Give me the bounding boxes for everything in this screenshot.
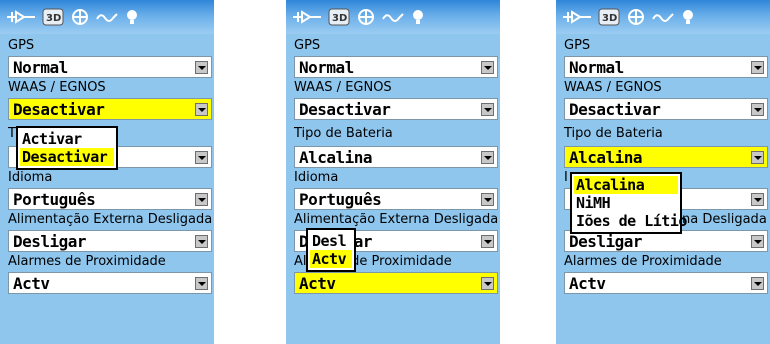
satellite-icon[interactable] (70, 8, 90, 26)
popup-option[interactable]: NiMH (574, 194, 678, 212)
gps-value: Normal (299, 58, 354, 77)
3d-view-icon[interactable]: 3D (42, 8, 64, 26)
waas-select[interactable]: Desactivar (8, 98, 212, 120)
dropdown-arrow-icon[interactable] (195, 277, 208, 290)
gps-label: GPS (294, 38, 321, 53)
ext-power-label: Alimentação Externa Desligada (8, 212, 213, 227)
gps-select[interactable]: Normal (564, 56, 768, 78)
popup-option[interactable]: Iões de Lítio (574, 212, 687, 230)
dropdown-arrow-icon[interactable] (481, 151, 494, 164)
proximity-value: Actv (299, 274, 336, 293)
track-log-icon[interactable] (562, 8, 592, 26)
svg-text:3D: 3D (602, 13, 617, 24)
dropdown-arrow-icon[interactable] (195, 193, 208, 206)
3d-view-icon[interactable]: 3D (328, 8, 350, 26)
waypoint-path-icon[interactable] (652, 8, 674, 26)
proximity-select[interactable]: Actv (8, 272, 212, 294)
gps-label: GPS (564, 38, 591, 53)
gps-label: GPS (8, 38, 35, 53)
dropdown-arrow-icon[interactable] (481, 235, 494, 248)
waas-value: Desactivar (13, 100, 105, 119)
status-toolbar: 3D (286, 0, 500, 34)
language-value: Português (13, 190, 96, 209)
waas-options-popup: Activar Desactivar (16, 126, 118, 170)
light-bulb-icon[interactable] (680, 8, 696, 26)
dropdown-arrow-icon[interactable] (481, 103, 494, 116)
waas-value: Desactivar (569, 100, 661, 119)
language-value: Português (299, 190, 382, 209)
svg-text:3D: 3D (332, 13, 347, 24)
battery-value: Alcalina (569, 148, 643, 167)
ext-power-label: na Desligada (682, 212, 767, 227)
waas-label: WAAS / EGNOS (8, 80, 106, 95)
ext-power-value: Desligar (13, 232, 87, 251)
status-toolbar: 3D (556, 0, 770, 34)
screen-proximity-menu: 3D GPS Normal WAAS / EGNOS Desactivar Ti… (286, 0, 500, 344)
battery-label: Tipo de Bateria (294, 126, 393, 141)
dropdown-arrow-icon[interactable] (751, 235, 764, 248)
dropdown-arrow-icon[interactable] (751, 277, 764, 290)
proximity-value: Actv (13, 274, 50, 293)
waas-label: WAAS / EGNOS (564, 80, 662, 95)
screen-battery-menu: 3D GPS Normal WAAS / EGNOS Desactivar Ti… (556, 0, 770, 344)
waas-select[interactable]: Desactivar (294, 98, 498, 120)
proximity-label: Alarmes de Proximidade (8, 254, 166, 269)
battery-select[interactable]: Alcalina (564, 146, 768, 168)
dropdown-arrow-icon[interactable] (751, 61, 764, 74)
satellite-icon[interactable] (356, 8, 376, 26)
gps-select[interactable]: Normal (294, 56, 498, 78)
popup-option-selected[interactable]: Alcalina (574, 176, 678, 194)
dropdown-arrow-icon[interactable] (751, 151, 764, 164)
dropdown-arrow-icon[interactable] (195, 61, 208, 74)
track-log-icon[interactable] (6, 8, 36, 26)
language-label: Idioma (294, 170, 339, 185)
proximity-select[interactable]: Actv (564, 272, 768, 294)
3d-view-icon[interactable]: 3D (598, 8, 620, 26)
satellite-icon[interactable] (626, 8, 646, 26)
popup-option-selected[interactable]: Actv (310, 250, 352, 268)
ext-power-label: Alimentação Externa Desligada (294, 212, 499, 227)
proximity-value: Actv (569, 274, 606, 293)
dropdown-arrow-icon[interactable] (481, 61, 494, 74)
proximity-label: Alarmes de Proximidade (564, 254, 722, 269)
language-label: Idioma (8, 170, 53, 185)
proximity-select[interactable]: Actv (294, 272, 498, 294)
gps-select[interactable]: Normal (8, 56, 212, 78)
dropdown-arrow-icon[interactable] (195, 235, 208, 248)
svg-text:3D: 3D (46, 13, 61, 24)
popup-option[interactable]: Desl (310, 232, 352, 250)
waypoint-path-icon[interactable] (96, 8, 118, 26)
battery-value: Alcalina (299, 148, 373, 167)
light-bulb-icon[interactable] (410, 8, 426, 26)
waas-value: Desactivar (299, 100, 391, 119)
dropdown-arrow-icon[interactable] (751, 103, 764, 116)
ext-power-select[interactable]: Desligar (8, 230, 212, 252)
light-bulb-icon[interactable] (124, 8, 140, 26)
language-select[interactable]: Português (294, 188, 498, 210)
popup-option-selected[interactable]: Desactivar (20, 148, 114, 166)
screen-waas-menu: 3D GPS Normal WAAS / EGNOS Desactivar Ti… (0, 0, 214, 344)
dropdown-arrow-icon[interactable] (195, 103, 208, 116)
dropdown-arrow-icon[interactable] (481, 193, 494, 206)
ext-power-value: Desligar (569, 232, 643, 251)
proximity-options-popup: Desl Actv (306, 228, 356, 272)
waas-label: WAAS / EGNOS (294, 80, 392, 95)
gps-value: Normal (569, 58, 624, 77)
language-select[interactable]: Português (8, 188, 212, 210)
battery-options-popup: Alcalina NiMH Iões de Lítio (570, 172, 687, 234)
battery-label: Tipo de Bateria (564, 126, 663, 141)
track-log-icon[interactable] (292, 8, 322, 26)
status-toolbar: 3D (0, 0, 214, 34)
dropdown-arrow-icon[interactable] (751, 193, 764, 206)
popup-option[interactable]: Activar (20, 130, 114, 148)
waypoint-path-icon[interactable] (382, 8, 404, 26)
gps-value: Normal (13, 58, 68, 77)
dropdown-arrow-icon[interactable] (195, 151, 208, 164)
battery-select[interactable]: Alcalina (294, 146, 498, 168)
language-label: I (564, 170, 568, 185)
waas-select[interactable]: Desactivar (564, 98, 768, 120)
dropdown-arrow-icon[interactable] (481, 277, 494, 290)
